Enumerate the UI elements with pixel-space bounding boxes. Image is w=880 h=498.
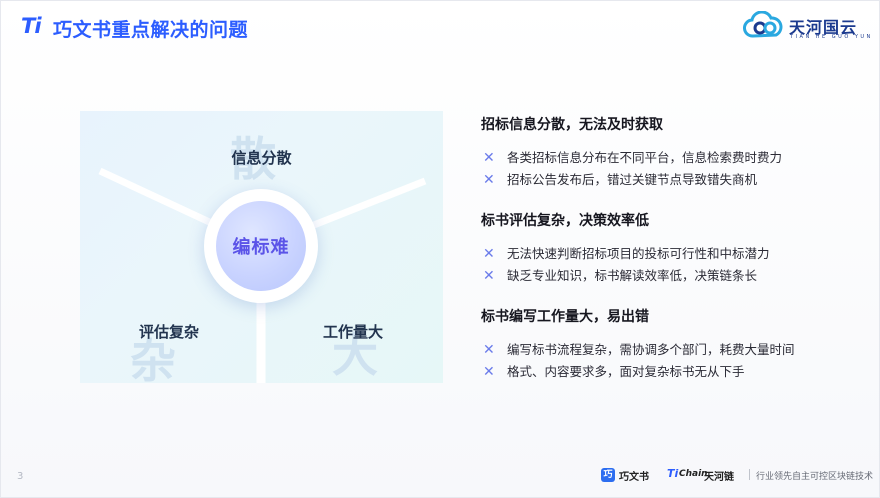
section-title: 招标信息分散，无法及时获取 (481, 117, 663, 133)
x-icon: ✕ (483, 246, 495, 262)
footer-divider (749, 469, 750, 480)
x-icon: ✕ (483, 172, 495, 188)
diagram-label-heavy-workload: 工作量大 (322, 323, 383, 341)
footer: 巧 巧文书 Ti Chain 天河链 行业领先自主可控区块链技术 (601, 467, 874, 483)
qiaowenshu-logo-icon: 巧 (601, 468, 615, 482)
list-item: ✕ 格式、内容要求多，面对复杂标书无从下手 (481, 361, 861, 383)
section-title: 标书编写工作量大，易出错 (481, 309, 649, 325)
section-info: 招标信息分散，无法及时获取 ✕ 各类招标信息分布在不同平台，信息检索费时费力 ✕… (481, 115, 861, 191)
page-title: 巧文书重点解决的问题 (53, 19, 249, 41)
list-item-text: 无法快速判断招标项目的投标可行性和中标潜力 (507, 246, 770, 261)
footer-product2: 天河链 (704, 472, 734, 483)
x-icon: ✕ (483, 150, 495, 166)
list-item-text: 格式、内容要求多，面对复杂标书无从下手 (507, 364, 745, 379)
x-icon: ✕ (483, 342, 495, 358)
list-item: ✕ 缺乏专业知识，标书解读效率低，决策链条长 (481, 265, 861, 287)
x-icon: ✕ (483, 364, 495, 380)
center-label: 编标难 (232, 237, 290, 258)
section-writing: 标书编写工作量大，易出错 ✕ 编写标书流程复杂，需协调多个部门，耗费大量时间 ✕… (481, 307, 861, 383)
diagram-label-assessment-complex: 评估复杂 (138, 323, 199, 341)
tichain-logo-icon: Ti (667, 467, 679, 480)
list-item: ✕ 编写标书流程复杂，需协调多个部门，耗费大量时间 (481, 339, 861, 361)
list-item: ✕ 招标公告发布后，错过关键节点导致错失商机 (481, 169, 861, 191)
ti-logo-icon: Ti (21, 14, 42, 38)
list-item: ✕ 无法快速判断招标项目的投标可行性和中标潜力 (481, 243, 861, 265)
center-circle: 编标难 (204, 189, 318, 303)
list-item-text: 编写标书流程复杂，需协调多个部门，耗费大量时间 (507, 342, 795, 357)
x-icon: ✕ (483, 268, 495, 284)
footer-product1: 巧文书 (619, 472, 649, 483)
diagram-label-info-scattered: 信息分散 (231, 149, 292, 167)
section-title: 标书评估复杂，决策效率低 (481, 213, 649, 229)
list-item-text: 各类招标信息分布在不同平台，信息检索费时费力 (507, 150, 783, 165)
problem-diagram: 散 杂 大 信息分散 评估复杂 工作量大 编标难 (80, 111, 443, 383)
cloud-logo-icon (743, 11, 783, 38)
section-assessment: 标书评估复杂，决策效率低 ✕ 无法快速判断招标项目的投标可行性和中标潜力 ✕ 缺… (481, 211, 861, 287)
list-item-text: 招标公告发布后，错过关键节点导致错失商机 (507, 172, 758, 187)
slide: Ti 巧文书重点解决的问题 天河国云 TIAN HE GUO YUN 散 杂 大… (0, 0, 880, 498)
page-number: 3 (17, 471, 24, 482)
brand-pinyin: TIAN HE GUO YUN (790, 34, 873, 40)
list-item: ✕ 各类招标信息分布在不同平台，信息检索费时费力 (481, 147, 861, 169)
footer-slogan: 行业领先自主可控区块链技术 (756, 472, 874, 482)
center-core: 编标难 (216, 201, 306, 291)
list-item-text: 缺乏专业知识，标书解读效率低，决策链条长 (507, 268, 758, 283)
